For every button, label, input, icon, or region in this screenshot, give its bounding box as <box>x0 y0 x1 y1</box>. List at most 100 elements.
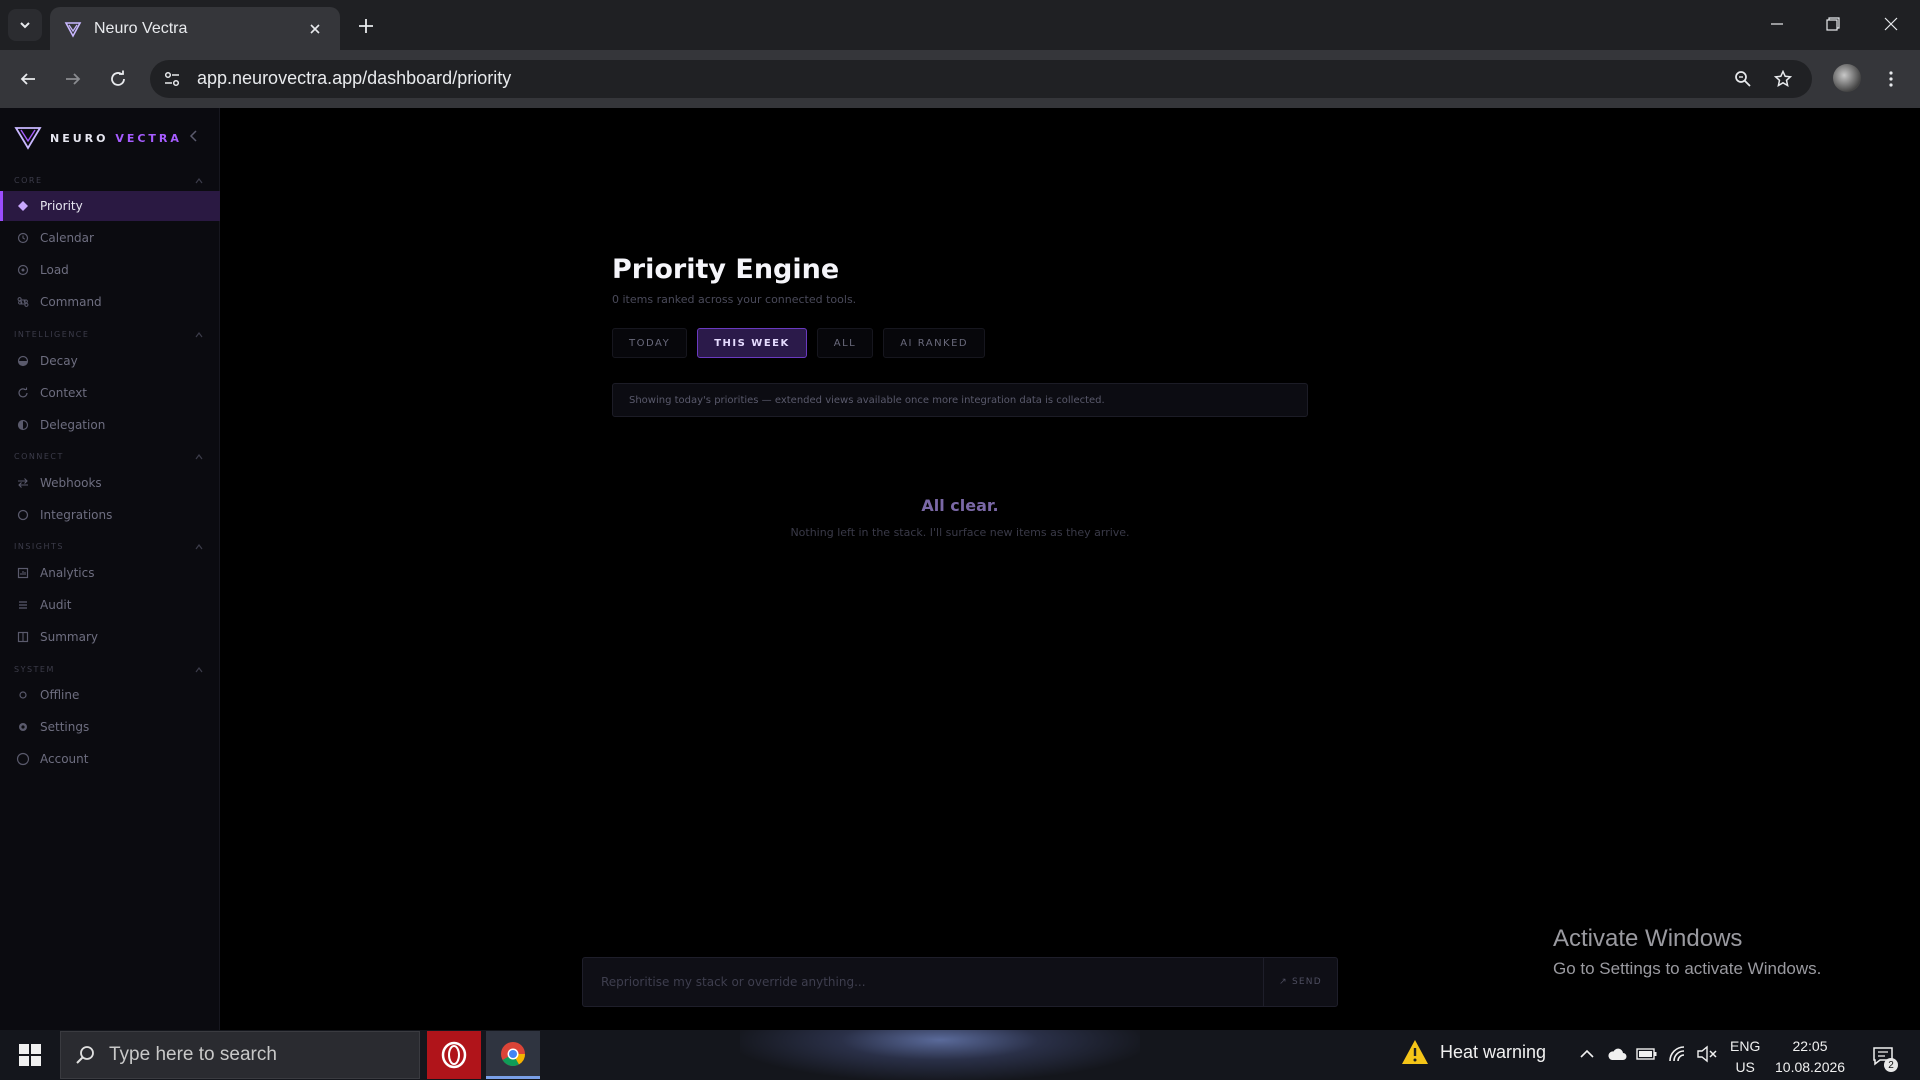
sidebar-item-settings[interactable]: Settings <box>0 712 220 742</box>
vectra-logo-icon <box>14 127 42 150</box>
region-code: US <box>1735 1059 1755 1075</box>
sidebar-item-priority[interactable]: Priority <box>0 191 220 221</box>
page-subtitle: 0 items ranked across your connected too… <box>612 293 857 306</box>
sidebar-item-label: Summary <box>40 630 98 644</box>
tray-overflow-button[interactable] <box>1576 1042 1598 1066</box>
chart-box-icon <box>16 566 30 580</box>
minimize-icon <box>1771 23 1783 25</box>
sidebar-item-calendar[interactable]: Calendar <box>0 223 220 253</box>
user-circle-icon <box>16 752 30 766</box>
input-language[interactable]: ENG US <box>1730 1036 1760 1078</box>
filter-tabs: TODAY THIS WEEK ALL AI RANKED <box>612 328 995 358</box>
taskbar-opera-button[interactable] <box>427 1031 481 1079</box>
clock-time: 22:05 <box>1792 1038 1828 1054</box>
reload-button[interactable] <box>101 62 135 96</box>
volume-muted-icon <box>1697 1045 1717 1063</box>
browser-menu-button[interactable] <box>1880 64 1902 94</box>
sidebar-item-offline[interactable]: Offline <box>0 680 220 710</box>
sidebar-item-label: Decay <box>40 354 78 368</box>
url-text[interactable]: app.neurovectra.app/dashboard/priority <box>197 68 511 89</box>
taskbar-search[interactable]: Type here to search <box>60 1031 420 1079</box>
reload-icon <box>111 70 125 86</box>
sidebar-item-webhooks[interactable]: Webhooks <box>0 468 220 498</box>
sidebar-section-core: CORE <box>14 176 43 185</box>
tab-close-icon[interactable] <box>304 18 326 40</box>
sidebar-collapse-button[interactable] <box>186 128 202 144</box>
sidebar-item-label: Load <box>40 263 69 277</box>
bookmark-button[interactable] <box>1768 64 1798 94</box>
chevron-left-icon <box>189 130 197 142</box>
warning-icon <box>1402 1040 1428 1064</box>
sidebar-item-label: Command <box>40 295 102 309</box>
weather-text: Heat warning <box>1440 1041 1547 1062</box>
tab-search-button[interactable] <box>8 9 42 41</box>
command-bar: ↗ SEND <box>582 957 1338 1007</box>
empty-state-subtitle: Nothing left in the stack. I'll surface … <box>790 526 1130 539</box>
sidebar-item-context[interactable]: Context <box>0 378 220 408</box>
tab-this-week[interactable]: THIS WEEK <box>697 328 807 358</box>
browser-tab[interactable]: Neuro Vectra <box>50 7 340 50</box>
send-button[interactable]: ↗ SEND <box>1263 958 1337 1006</box>
sidebar-item-account[interactable]: Account <box>0 744 220 774</box>
zoom-button[interactable] <box>1728 64 1758 94</box>
command-icon <box>16 295 30 309</box>
brand-name: NEURO VECTRA <box>50 132 182 145</box>
taskbar-chrome-button[interactable] <box>486 1031 540 1079</box>
tab-today[interactable]: TODAY <box>612 328 688 358</box>
site-info-button[interactable] <box>157 64 187 94</box>
onedrive-button[interactable] <box>1606 1042 1628 1066</box>
sidebar-section-connect: CONNECT <box>14 452 64 461</box>
window-restore-button[interactable] <box>1810 8 1856 40</box>
sidebar-item-integrations[interactable]: Integrations <box>0 500 220 530</box>
sidebar-section-insights: INSIGHTS <box>14 542 64 551</box>
command-input[interactable] <box>583 958 1263 1006</box>
chevron-up-icon[interactable] <box>194 665 204 675</box>
chevron-down-icon <box>20 22 30 29</box>
chevron-up-icon[interactable] <box>194 330 204 340</box>
chevron-up-icon[interactable] <box>194 452 204 462</box>
chevron-up-icon[interactable] <box>194 176 204 186</box>
sidebar-item-audit[interactable]: Audit <box>0 590 220 620</box>
sidebar-item-label: Settings <box>40 720 90 734</box>
sidebar-item-analytics[interactable]: Analytics <box>0 558 220 588</box>
brand-name-second: VECTRA <box>115 131 182 145</box>
sidebar-item-decay[interactable]: Decay <box>0 346 220 376</box>
profile-avatar[interactable] <box>1833 64 1861 92</box>
chevron-up-icon[interactable] <box>194 542 204 552</box>
battery-button[interactable] <box>1636 1042 1658 1066</box>
back-button[interactable] <box>11 62 45 96</box>
diamond-icon <box>16 199 30 213</box>
chevron-up-icon <box>1580 1049 1594 1058</box>
sidebar-item-load[interactable]: Load <box>0 255 220 285</box>
clock-date: 10.08.2026 <box>1775 1059 1846 1075</box>
tab-ai-ranked[interactable]: AI RANKED <box>883 328 986 358</box>
sidebar-item-label: Offline <box>40 688 80 702</box>
sidebar-item-command[interactable]: Command <box>0 287 220 317</box>
clock[interactable]: 22:05 10.08.2026 <box>1775 1036 1845 1078</box>
window-close-button[interactable] <box>1868 8 1914 40</box>
clock-icon <box>16 231 30 245</box>
empty-state-title: All clear. <box>921 496 999 515</box>
new-tab-button[interactable] <box>352 12 380 40</box>
weather-widget[interactable]: Heat warning <box>1400 1038 1546 1066</box>
tab-all[interactable]: ALL <box>816 328 874 358</box>
network-button[interactable] <box>1667 1042 1689 1066</box>
start-button[interactable] <box>8 1036 52 1074</box>
info-notice: Showing today's priorities — extended vi… <box>612 383 1308 417</box>
sidebar-item-delegation[interactable]: Delegation <box>0 410 220 440</box>
volume-button[interactable] <box>1696 1042 1718 1066</box>
sidebar-item-summary[interactable]: Summary <box>0 622 220 652</box>
taskbar-wallpaper-glow <box>740 1030 1140 1080</box>
brand-logo[interactable]: NEURO VECTRA <box>14 126 182 150</box>
tab-title: Neuro Vectra <box>94 19 188 37</box>
window-minimize-button[interactable] <box>1754 8 1800 40</box>
plus-icon <box>359 19 373 33</box>
sidebar-section-system: SYSTEM <box>14 665 55 674</box>
brand-name-first: NEURO <box>50 131 109 145</box>
list-icon <box>16 598 30 612</box>
arrow-right-icon <box>66 73 81 85</box>
sidebar-item-label: Delegation <box>40 418 106 432</box>
dot-icon <box>16 688 30 702</box>
battery-icon <box>1636 1048 1657 1060</box>
forward-button[interactable] <box>56 62 90 96</box>
